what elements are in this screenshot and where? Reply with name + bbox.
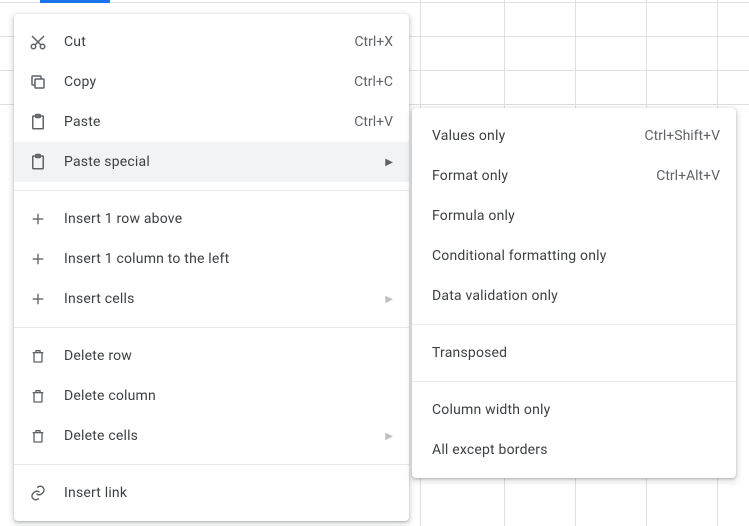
cut-icon [28, 32, 48, 52]
trash-icon [28, 426, 48, 446]
menu-item-delete-column[interactable]: Delete column [14, 376, 409, 416]
menu-item-delete-row[interactable]: Delete row [14, 336, 409, 376]
menu-item-label: Column width only [432, 402, 720, 418]
submenu-item-values-only[interactable]: Values only Ctrl+Shift+V [412, 116, 736, 156]
submenu-item-transposed[interactable]: Transposed [412, 333, 736, 373]
context-menu: Cut Ctrl+X Copy Ctrl+C Paste Ctrl+V [14, 14, 409, 521]
menu-item-label: All except borders [432, 442, 720, 458]
menu-item-label: Data validation only [432, 288, 720, 304]
chevron-right-icon: ▶ [385, 157, 393, 168]
menu-item-label: Transposed [432, 345, 720, 361]
menu-separator [412, 324, 736, 325]
menu-item-delete-cells[interactable]: Delete cells ▶ [14, 416, 409, 456]
menu-item-copy[interactable]: Copy Ctrl+C [14, 62, 409, 102]
menu-item-insert-cells[interactable]: Insert cells ▶ [14, 279, 409, 319]
submenu-item-conditional-formatting-only[interactable]: Conditional formatting only [412, 236, 736, 276]
menu-item-label: Insert 1 row above [64, 211, 393, 227]
menu-item-label: Delete cells [64, 428, 369, 444]
menu-item-insert-column-left[interactable]: Insert 1 column to the left [14, 239, 409, 279]
menu-item-shortcut: Ctrl+Alt+V [656, 168, 720, 184]
menu-separator [14, 464, 409, 465]
menu-item-shortcut: Ctrl+C [354, 74, 393, 90]
menu-item-label: Insert 1 column to the left [64, 251, 393, 267]
trash-icon [28, 346, 48, 366]
chevron-right-icon: ▶ [385, 294, 393, 305]
trash-icon [28, 386, 48, 406]
menu-item-paste[interactable]: Paste Ctrl+V [14, 102, 409, 142]
plus-icon [28, 209, 48, 229]
plus-icon [28, 289, 48, 309]
menu-item-shortcut: Ctrl+X [354, 34, 393, 50]
menu-item-cut[interactable]: Cut Ctrl+X [14, 22, 409, 62]
menu-item-shortcut: Ctrl+V [354, 114, 393, 130]
menu-item-label: Paste special [64, 154, 369, 170]
submenu-item-format-only[interactable]: Format only Ctrl+Alt+V [412, 156, 736, 196]
submenu-item-column-width-only[interactable]: Column width only [412, 390, 736, 430]
submenu-item-data-validation-only[interactable]: Data validation only [412, 276, 736, 316]
menu-item-label: Insert link [64, 485, 393, 501]
paste-special-icon [28, 152, 48, 172]
menu-separator [14, 327, 409, 328]
plus-icon [28, 249, 48, 269]
menu-item-label: Cut [64, 34, 338, 50]
menu-item-insert-row-above[interactable]: Insert 1 row above [14, 199, 409, 239]
menu-item-label: Conditional formatting only [432, 248, 720, 264]
selected-cell-indicator [40, 0, 110, 3]
menu-item-label: Insert cells [64, 291, 369, 307]
menu-item-label: Format only [432, 168, 640, 184]
chevron-right-icon: ▶ [385, 431, 393, 442]
link-icon [28, 483, 48, 503]
menu-item-shortcut: Ctrl+Shift+V [644, 128, 720, 144]
paste-icon [28, 112, 48, 132]
menu-item-insert-link[interactable]: Insert link [14, 473, 409, 513]
menu-item-paste-special[interactable]: Paste special ▶ [14, 142, 409, 182]
paste-special-submenu: Values only Ctrl+Shift+V Format only Ctr… [412, 108, 736, 478]
menu-separator [14, 190, 409, 191]
menu-item-label: Delete row [64, 348, 393, 364]
menu-item-label: Values only [432, 128, 628, 144]
submenu-item-formula-only[interactable]: Formula only [412, 196, 736, 236]
submenu-item-all-except-borders[interactable]: All except borders [412, 430, 736, 470]
menu-item-label: Formula only [432, 208, 720, 224]
copy-icon [28, 72, 48, 92]
menu-item-label: Delete column [64, 388, 393, 404]
menu-item-label: Paste [64, 114, 338, 130]
menu-item-label: Copy [64, 74, 338, 90]
menu-separator [412, 381, 736, 382]
